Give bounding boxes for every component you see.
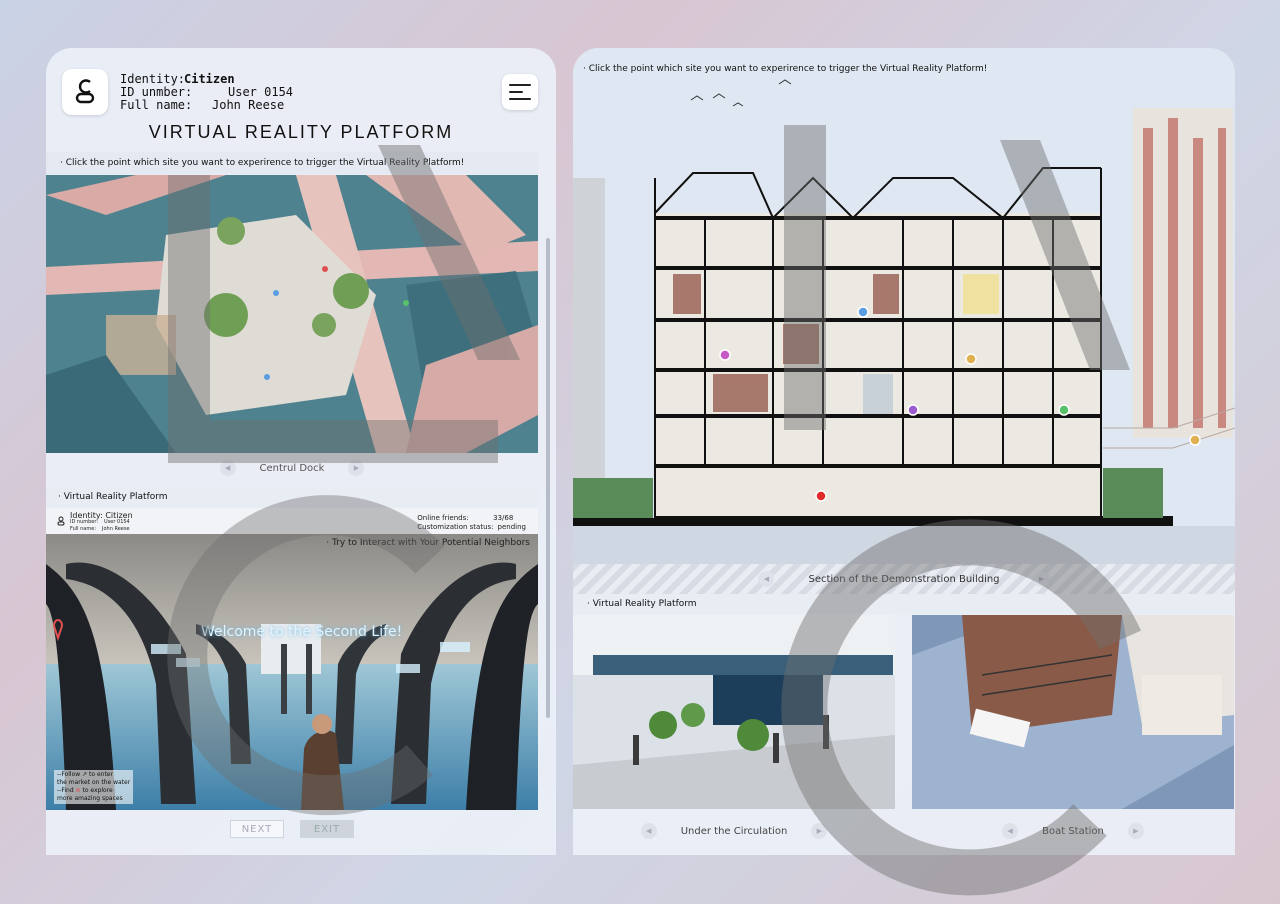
section-nav: ◀ Section of the Demonstration Building … [573, 564, 1235, 594]
user-icon [75, 79, 95, 104]
exit-button[interactable]: EXIT [300, 820, 354, 838]
left-panel: Identity: Citizen ID unmber: User 0154 Ful… [46, 48, 556, 855]
hud-id-value: User 0154 [104, 519, 130, 525]
right-panel: · Click the point which site you want to… [573, 48, 1235, 855]
profile-info: Identity: Citizen ID unmber: User 0154 Ful… [120, 71, 294, 112]
customization-label: Customization status: [417, 523, 494, 531]
thumb-under-circulation[interactable] [573, 615, 895, 809]
prev-section-button[interactable]: ◀ [758, 571, 775, 587]
chevron-right-icon: ▶ [353, 464, 360, 472]
menu-button[interactable] [502, 74, 538, 110]
map-nav: ◀ Centrul Dock ▶ [46, 454, 538, 482]
scrollbar[interactable] [546, 238, 550, 718]
thumb2-caption: Boat Station [1042, 825, 1104, 837]
thumb-boat-station[interactable] [912, 615, 1234, 809]
id-label: ID unmber: [120, 84, 193, 99]
chevron-right-icon: ▶ [1133, 827, 1139, 835]
instruction-bar: · Click the point which site you want to… [46, 152, 538, 174]
chevron-right-icon: ▶ [816, 827, 822, 835]
vr-viewport[interactable]: · Try to Interact with Your Potential Ne… [46, 534, 538, 810]
chevron-right-icon: ▶ [1038, 575, 1045, 583]
thumb1-nav: ◀ Under the Circulation ▶ [573, 817, 895, 845]
chevron-left-icon: ◀ [1007, 827, 1013, 835]
next-thumb2-button[interactable]: ▶ [1127, 823, 1144, 839]
thumb1-caption: Under the Circulation [680, 825, 788, 837]
neighbors-prompt: · Try to Interact with Your Potential Ne… [326, 538, 530, 548]
avatar[interactable] [62, 69, 108, 115]
prev-thumb1-button[interactable]: ◀ [640, 823, 657, 839]
hud-identity: Identity: Citizen [70, 511, 133, 520]
hud-name-label: Full name: [70, 526, 97, 532]
thumb2-nav: ◀ Boat Station ▶ [912, 817, 1234, 845]
profile: Identity: Citizen ID unmber: User 0154 Ful… [62, 68, 293, 116]
action-buttons: NEXT EXIT [46, 820, 538, 844]
path-icon: ↗ [82, 771, 88, 778]
identity-value: Citizen [184, 71, 235, 86]
chevron-left-icon: ◀ [224, 464, 231, 472]
id-value: User 0154 [228, 84, 294, 99]
customization-value: pending [497, 523, 526, 531]
chevron-left-icon: ◀ [763, 575, 770, 583]
instruction-hint: --Follow ↗ to enter the market on the wa… [54, 770, 134, 804]
welcome-banner: Welcome to the Second Life! [201, 624, 403, 640]
building-section[interactable]: · Click the point which site you want to… [573, 48, 1235, 575]
site-map[interactable] [46, 175, 538, 453]
name-label: Full name: [120, 97, 193, 112]
hud-id-label: ID number: [70, 519, 99, 525]
hud-name-value: John Reese [102, 526, 130, 532]
section-caption: Section of the Demonstration Building [808, 573, 1000, 585]
menu-icon [509, 84, 531, 86]
vr-section-label: · Virtual Reality Platform [46, 487, 538, 507]
map-caption: Centrul Dock [259, 462, 325, 474]
prev-thumb2-button[interactable]: ◀ [1002, 823, 1019, 839]
prev-site-button[interactable]: ◀ [219, 460, 236, 476]
section-instruction: · Click the point which site you want to… [583, 64, 988, 74]
vr-hud: Identity: Citizen ID number: User 0154 Fu… [46, 508, 538, 534]
online-friends-label: Online friends: [417, 514, 469, 522]
page-title: VIRTUAL REALITY PLATFORM [148, 122, 454, 142]
next-section-button[interactable]: ▶ [1033, 571, 1050, 587]
next-thumb1-button[interactable]: ▶ [811, 823, 828, 839]
next-button[interactable]: NEXT [230, 820, 284, 838]
online-friends-value: 33/68 [493, 514, 514, 522]
vr-section-label-right: · Virtual Reality Platform [573, 594, 1235, 614]
chevron-left-icon: ◀ [646, 827, 652, 835]
location-pin-icon: ⊚ [75, 787, 81, 794]
next-site-button[interactable]: ▶ [348, 460, 365, 476]
name-value: John Reese [212, 97, 285, 112]
user-icon [57, 516, 65, 526]
